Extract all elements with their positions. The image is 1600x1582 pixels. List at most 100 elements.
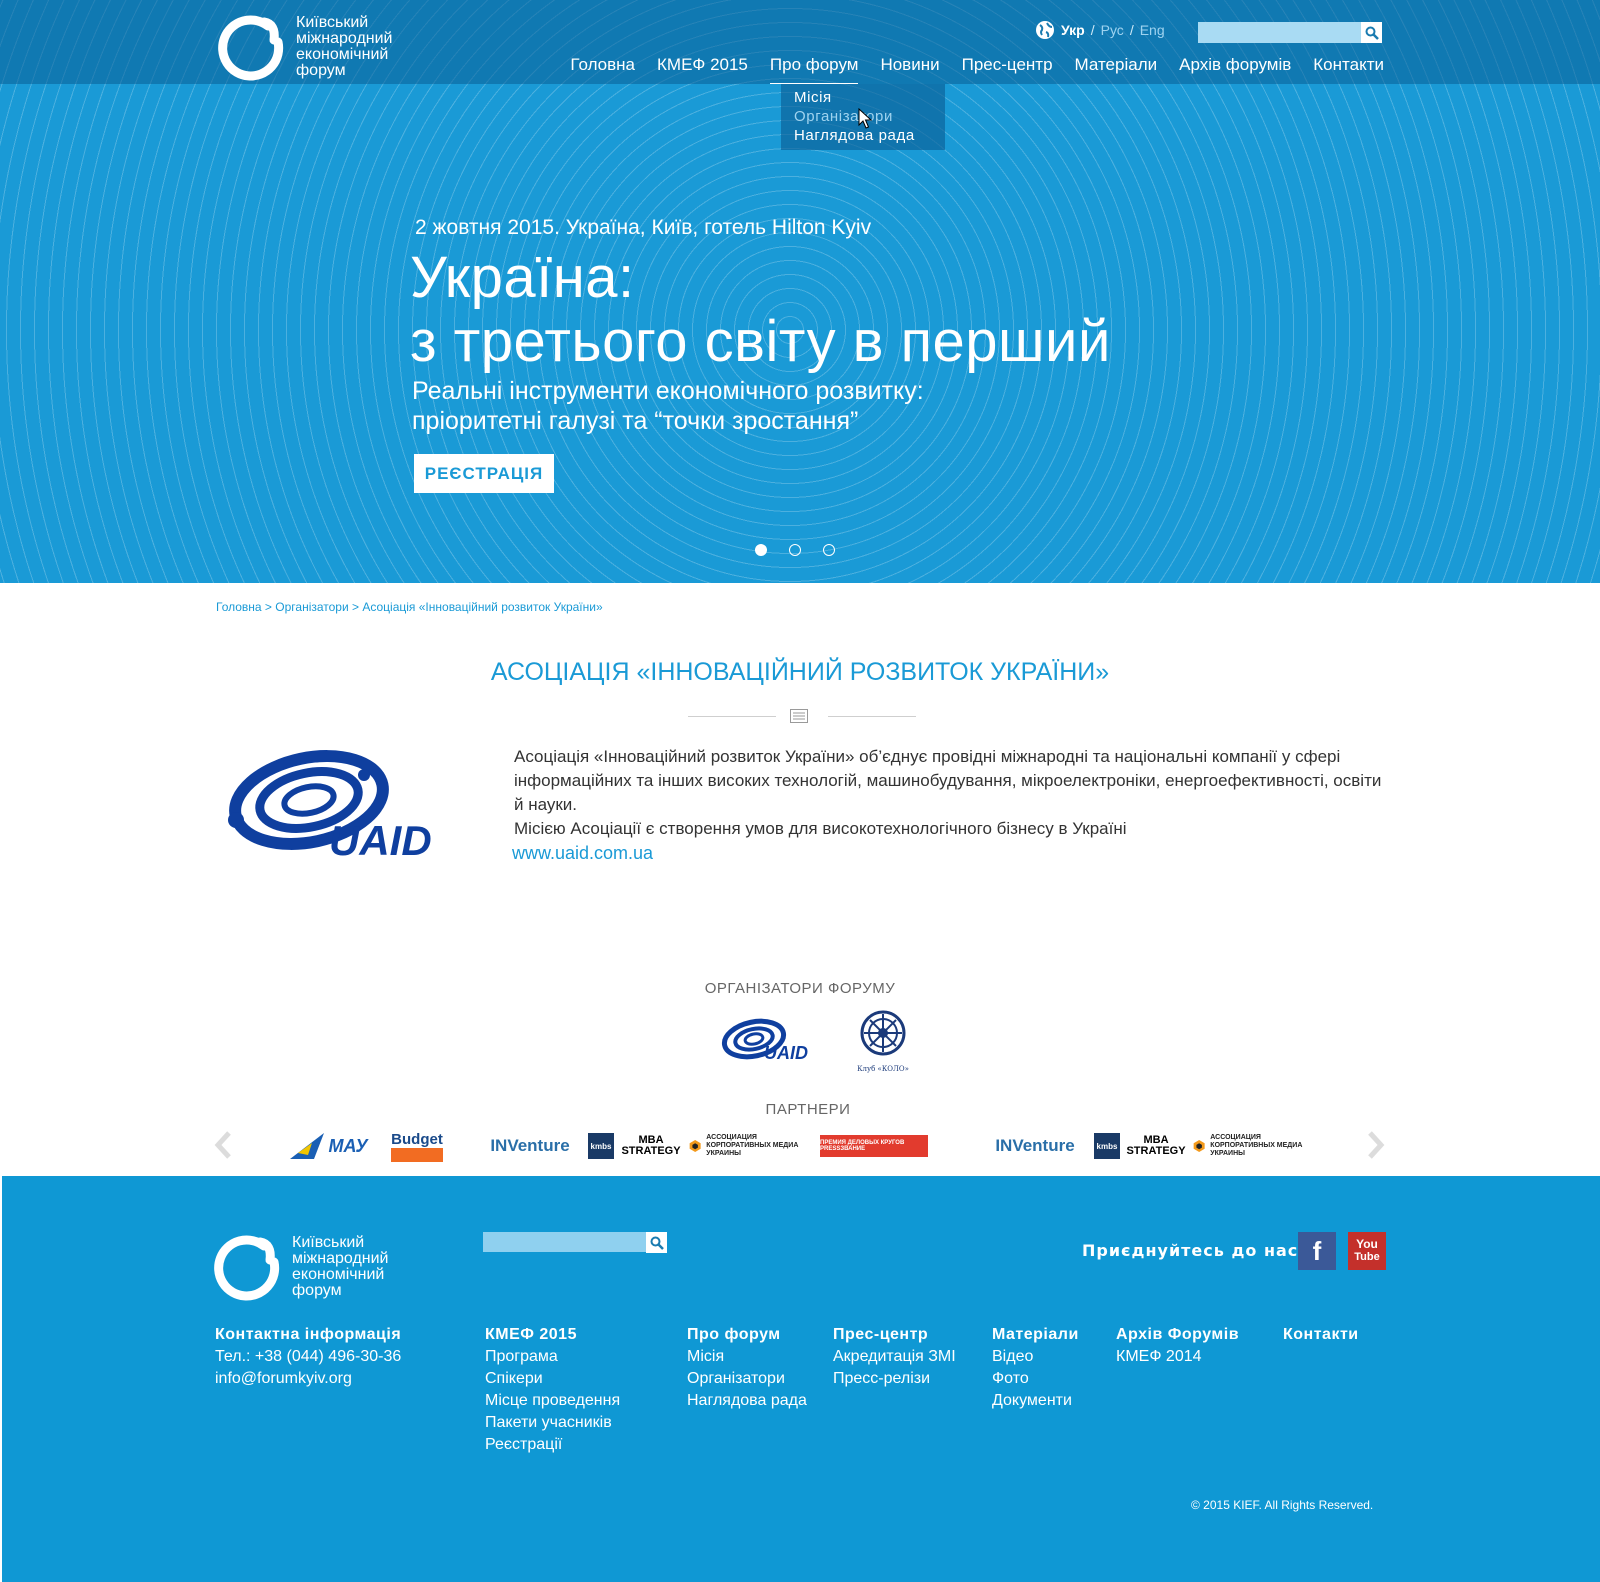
facebook-icon[interactable]: f [1298,1232,1336,1270]
partner-name: ПРЕМИЯ ДЕЛОВЫХ КРУГОВ PRESSЗВАНИЕ [820,1140,905,1152]
org-website-link[interactable]: www.uaid.com.ua [512,843,653,864]
slider-dots [755,544,857,556]
footer-col-heading[interactable]: Матеріали [992,1324,1079,1346]
nav-home[interactable]: Головна [570,55,635,75]
partner-name: kmbs [590,1141,612,1151]
partner-name: MBA STRATEGY [1126,1134,1186,1157]
slider-dot[interactable] [789,544,801,556]
footer-link[interactable]: Фото [992,1368,1079,1390]
partner-logo-mba-strategy[interactable]: MBA STRATEGY [1126,1126,1185,1166]
footer-search-input[interactable] [483,1232,646,1252]
footer-col-heading[interactable]: Контакти [1283,1324,1359,1346]
nav-press-center[interactable]: Прес-центр [962,55,1053,75]
organizers-heading: ОРГАНІЗАТОРИ ФОРУМУ [704,980,896,997]
hexagon-icon [689,1139,701,1153]
dropdown-item-mission[interactable]: Місія [794,88,945,107]
footer-link[interactable]: Програма [485,1346,620,1368]
budget-stripe [391,1147,443,1162]
partner-name: INVenture [995,1136,1075,1155]
partners-heading: ПАРТНЕРИ [765,1101,851,1118]
join-us-label: Приєднуйтесь до нас: [1082,1241,1306,1260]
footer-col-heading[interactable]: Архів Форумів [1116,1324,1239,1346]
lang-ukr[interactable]: Укр [1061,22,1085,38]
footer-link[interactable]: Реєстрації [485,1434,620,1456]
partner-logo-mba-strategy[interactable]: MBA STRATEGY [621,1126,680,1166]
youtube-icon[interactable]: You Tube [1348,1232,1386,1270]
footer-link[interactable]: Пакети учасників [485,1412,620,1434]
partner-logo-inventure[interactable]: INVenture [965,1126,1105,1166]
footer-contact-heading: Контактна інформація [215,1326,402,1343]
footer-link[interactable]: Відео [992,1346,1079,1368]
footer-link[interactable]: КМЕФ 2014 [1116,1346,1239,1368]
partner-logo-budget[interactable]: Budget [388,1126,446,1166]
footer-email[interactable]: info@forumkyiv.org [215,1368,401,1390]
youtube-glyph-top: You [1356,1237,1378,1251]
footer-col-materials: Матеріали Відео Фото Документи [992,1324,1079,1412]
hero-subtitle-line: Реальні інструменти економічного розвитк… [412,377,924,405]
main-nav: Головна КМЕФ 2015 Про форум Новини Прес-… [548,55,1384,84]
partner-name: АССОЦИАЦИЯ КОРПОРАТИВНЫХ МЕДИА УКРАИНЫ [706,1134,799,1157]
partner-logo-kmbs[interactable]: kmbs [588,1133,614,1159]
org-description: Асоціація «Інноваційний розвиток України… [514,745,1384,841]
partner-name: kmbs [1096,1141,1118,1151]
uaid-logo-text: UAID [329,817,432,864]
breadcrumb[interactable]: Головна > Організатори > Асоціація «Інно… [216,600,603,614]
partner-logo-pressvanie[interactable]: ПРЕМИЯ ДЕЛОВЫХ КРУГОВ PRESSЗВАНИЕ [820,1135,928,1157]
partner-logo-inventure[interactable]: INVenture [460,1126,600,1166]
org-mission-paragraph: Місією Асоціації є створення умов для ви… [514,819,1127,838]
footer-link[interactable]: Організатори [687,1368,807,1390]
partner-name: MBA STRATEGY [621,1134,681,1157]
footer-logo[interactable]: Київський міжнародний економічний форум [214,1232,388,1302]
footer-link[interactable]: Наглядова рада [687,1390,807,1412]
hero-date: 2 жовтня 2015. Україна, Київ, готель Hil… [415,216,872,239]
search-button[interactable] [1361,22,1382,43]
carousel-next-arrow-icon[interactable] [1366,1130,1386,1160]
register-button[interactable]: РЕЄСТРАЦІЯ [414,454,554,493]
mouse-cursor-icon [858,108,872,129]
facebook-glyph: f [1312,1235,1322,1266]
organizer-logo-uaid[interactable]: UAID [716,1017,828,1067]
lang-rus[interactable]: Рус [1101,22,1124,38]
footer-col-heading[interactable]: Про форум [687,1324,807,1346]
carousel-prev-arrow-icon[interactable] [213,1130,233,1160]
organizer-logo-kolo[interactable]: Клуб «КОЛО» [855,1009,911,1075]
partner-name: INVenture [490,1136,570,1155]
partner-logo-media-association[interactable]: АССОЦИАЦИЯ КОРПОРАТИВНЫХ МЕДИА УКРАИНЫ [688,1126,806,1166]
lang-eng[interactable]: Eng [1140,22,1165,38]
slider-dot[interactable] [755,544,767,556]
nav-archive[interactable]: Архів форумів [1179,55,1291,75]
footer-col-heading[interactable]: КМЕФ 2015 [485,1324,620,1346]
nav-materials[interactable]: Матеріали [1075,55,1158,75]
footer-search-button[interactable] [646,1232,667,1253]
youtube-glyph-bottom: Tube [1354,1251,1380,1263]
footer-col-heading[interactable]: Прес-центр [833,1324,956,1346]
search-input[interactable] [1198,22,1361,43]
uaid-logo: UAID [228,750,432,864]
nav-kmef-2015[interactable]: КМЕФ 2015 [657,55,748,75]
lang-separator: / [1129,22,1134,38]
footer-link[interactable]: Місце проведення [485,1390,620,1412]
footer-col-kmef: КМЕФ 2015 Програма Спікери Місце проведе… [485,1324,620,1456]
hero-subtitle: Реальні інструменти економічного розвитк… [412,376,924,436]
footer-col-about: Про форум Місія Організатори Наглядова р… [687,1324,807,1412]
footer-col-contacts: Контакти [1283,1324,1359,1346]
logo-text: Київський міжнародний економічний форум [296,14,393,79]
nav-contacts[interactable]: Контакти [1313,55,1384,75]
partner-logo-mau[interactable]: МАУ [282,1126,374,1166]
hero-banner: Київський міжнародний економічний форум … [0,0,1600,583]
slider-dot[interactable] [823,544,835,556]
footer-link[interactable]: Місія [687,1346,807,1368]
document-icon [790,709,808,723]
logo-text: Київський міжнародний економічний форум [292,1234,389,1299]
partner-logo-media-association[interactable]: АССОЦИАЦИЯ КОРПОРАТИВНЫХ МЕДИА УКРАИНЫ [1192,1126,1310,1166]
footer-link[interactable]: Спікери [485,1368,620,1390]
partner-logo-kmbs[interactable]: kmbs [1094,1133,1120,1159]
search-icon [650,1236,664,1250]
site-logo[interactable]: Київський міжнародний економічний форум [218,12,392,82]
footer-link[interactable]: Пресс-релізи [833,1368,956,1390]
nav-about-forum[interactable]: Про форум [769,55,858,84]
nav-news[interactable]: Новини [880,55,939,75]
footer-link[interactable]: Акредитація ЗМІ [833,1346,956,1368]
logo-ring-icon [218,15,284,81]
footer-link[interactable]: Документи [992,1390,1079,1412]
